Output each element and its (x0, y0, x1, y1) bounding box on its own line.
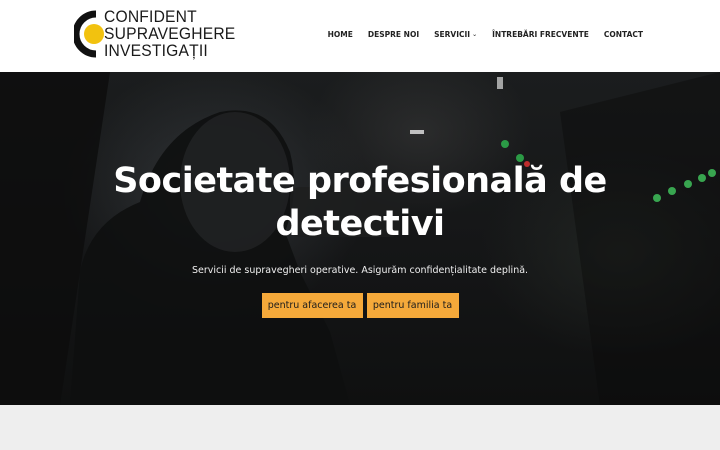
hero-subtitle: Servicii de supravegheri operative. Asig… (191, 265, 529, 276)
logo-line-3: INVESTIGAȚII (104, 41, 208, 60)
nav-item-label: DESPRE NOI (367, 30, 420, 39)
logo-c-mark-icon (74, 10, 104, 58)
hero-title-line-1: Societate profesională de (113, 161, 607, 201)
nav-item-label: ÎNTREBĂRI FRECVENTE (492, 30, 589, 39)
nav-item-label: HOME (327, 30, 353, 39)
chevron-down-icon: ⌄ (472, 31, 478, 38)
site-logo[interactable]: CONFIDENT SUPRAVEGHERE INVESTIGAȚII (74, 8, 235, 64)
logo-line-1: CONFIDENT (104, 7, 197, 26)
nav-item-intrebari-frecvente[interactable]: ÎNTREBĂRI FRECVENTE (492, 30, 589, 39)
main-nav: HOME DESPRE NOI SERVICII ⌄ ÎNTREBĂRI FREC… (313, 30, 643, 39)
nav-item-despre-noi[interactable]: DESPRE NOI (368, 30, 419, 39)
content-section (0, 405, 720, 450)
logo-wordmark: CONFIDENT SUPRAVEGHERE INVESTIGAȚII (104, 8, 235, 59)
business-button[interactable]: pentru afacerea ta (261, 293, 363, 318)
hero-button-group: pentru afacerea ta pentru familia ta (0, 293, 720, 318)
nav-item-label: CONTACT (603, 30, 643, 39)
hero-section: Societate profesională de detectivi Serv… (0, 72, 720, 405)
family-button[interactable]: pentru familia ta (366, 293, 459, 318)
nav-item-contact[interactable]: CONTACT (604, 30, 643, 39)
nav-item-home[interactable]: HOME (328, 30, 353, 39)
site-header: CONFIDENT SUPRAVEGHERE INVESTIGAȚII HOME… (0, 0, 720, 72)
hero-title-line-2: detectivi (275, 204, 445, 244)
nav-item-label: SERVICII (434, 30, 471, 39)
logo-line-2: SUPRAVEGHERE (104, 24, 236, 43)
hero-title: Societate profesională de detectivi (0, 160, 720, 246)
nav-item-servicii[interactable]: SERVICII ⌄ (434, 30, 477, 39)
